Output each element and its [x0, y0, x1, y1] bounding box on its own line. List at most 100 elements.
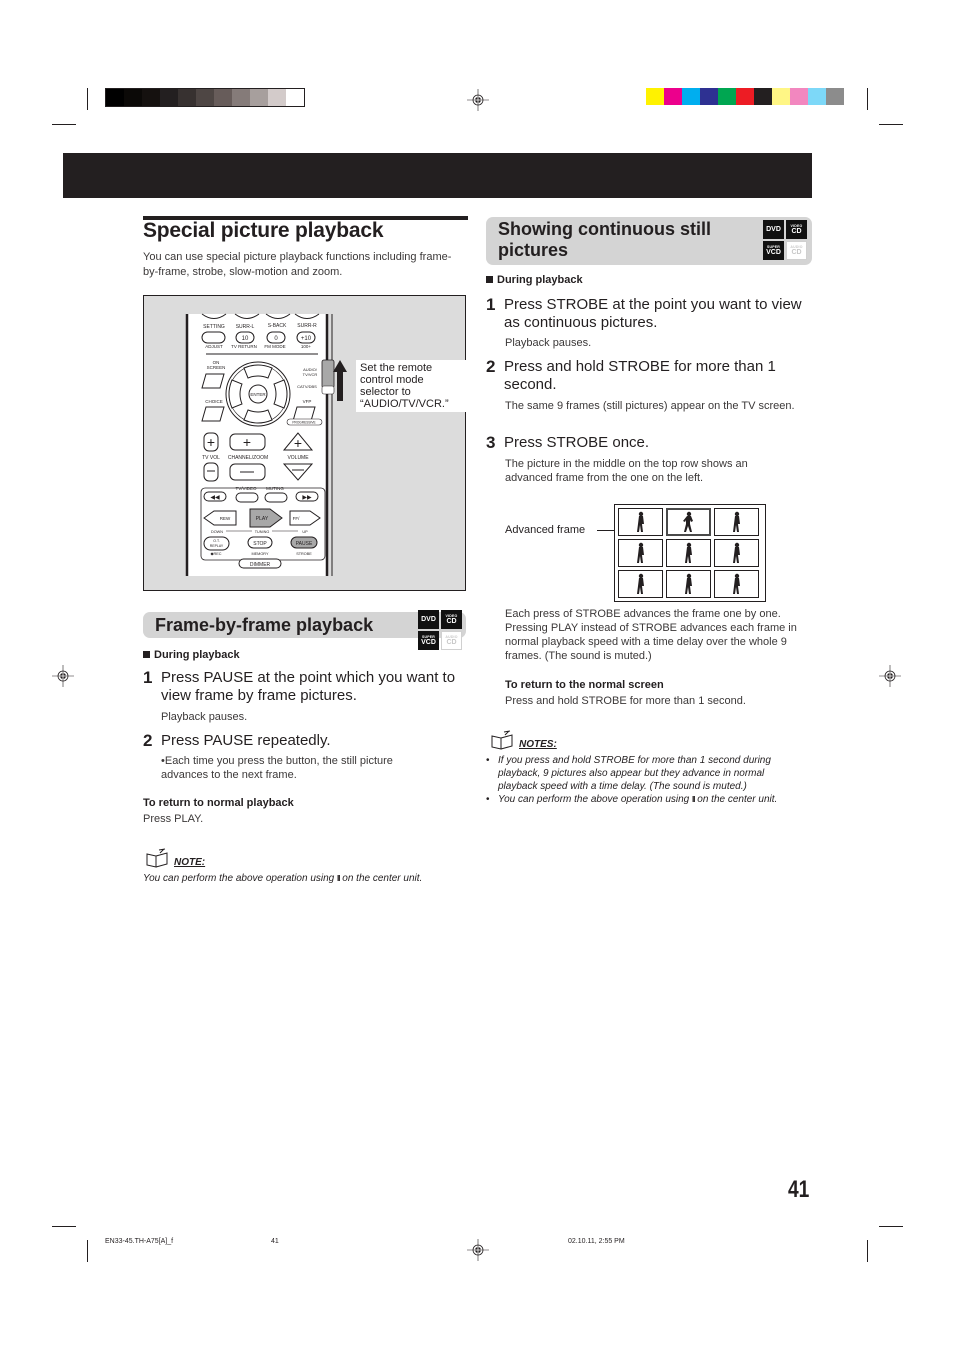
remote-control-drawing: SETTING SURR-L S-BACK SURR-R 10 0 +10 AD… — [185, 313, 347, 576]
svg-text:CATV/DBS: CATV/DBS — [297, 384, 317, 389]
note-text: You can perform the above operation usin… — [143, 873, 423, 884]
step-3-detail: The picture in the middle on the top row… — [505, 458, 748, 484]
color-swatch — [160, 89, 178, 106]
color-swatch — [682, 88, 700, 105]
disc-badge-audio-cd: AUDIO CD — [786, 241, 807, 260]
step-2-detail: •Each time you press the button, the sti… — [161, 755, 393, 781]
remote-button-plus10: +10 — [301, 336, 312, 342]
step-1: 1 Press STROBE at the point you want to … — [486, 295, 802, 332]
footer-timestamp: 02.10.11, 2:55 PM — [568, 1238, 625, 1245]
remote-label-s-back: S-BACK — [268, 323, 287, 329]
svg-text:SCREEN: SCREEN — [207, 365, 226, 370]
svg-text:100+: 100+ — [301, 344, 312, 349]
remote-enter-label: ENTER — [250, 392, 266, 397]
note-item: You can perform the above operation usin… — [486, 793, 806, 806]
svg-text:VOLUME: VOLUME — [287, 455, 309, 461]
crop-mark — [87, 88, 88, 110]
svg-text:◆REC: ◆REC — [211, 552, 222, 556]
svg-text:TV/VCR: TV/VCR — [303, 372, 318, 377]
registration-mark-icon — [467, 89, 489, 111]
color-swatch — [826, 88, 844, 105]
still-frame — [714, 539, 759, 567]
step-2-detail: The same 9 frames (still pictures) appea… — [505, 400, 795, 412]
note-header: NOTE: — [145, 848, 205, 868]
note-book-icon — [146, 848, 168, 868]
notes-list: If you press and hold STROBE for more th… — [486, 754, 806, 806]
color-swatch — [718, 88, 736, 105]
color-swatch — [736, 88, 754, 105]
return-text: Press PLAY. — [143, 813, 204, 825]
color-swatch — [268, 89, 286, 106]
registration-mark-icon — [467, 1239, 489, 1261]
disc-badge-dvd: DVD — [418, 610, 439, 629]
footer-page: 41 — [271, 1238, 279, 1245]
step-1-detail: Playback pauses. — [505, 337, 592, 349]
page-number: 41 — [788, 1176, 810, 1203]
return-heading: To return to the normal screen — [505, 679, 664, 691]
still-frame — [666, 539, 711, 567]
step-1-detail: Playback pauses. — [161, 711, 248, 723]
color-swatch — [232, 89, 250, 106]
svg-text:CHOICE: CHOICE — [205, 399, 223, 404]
remote-label-setting: SETTING — [203, 324, 225, 330]
svg-text:FF/: FF/ — [293, 516, 300, 521]
svg-text:ADJUST: ADJUST — [205, 344, 223, 349]
svg-text:REW: REW — [220, 516, 231, 521]
color-swatch — [772, 88, 790, 105]
crop-mark — [879, 124, 903, 125]
gray-color-bar — [105, 88, 305, 107]
registration-mark-icon — [52, 665, 74, 687]
color-swatch — [178, 89, 196, 106]
footer-filename: EN33-45.TH-A75[A]_f — [105, 1238, 174, 1245]
step-2: 2 Press PAUSE repeatedly. — [143, 731, 331, 750]
svg-text:PLAY: PLAY — [256, 516, 269, 522]
section-title: Frame-by-frame playback — [155, 615, 374, 635]
section-title: Showing continuous still pictures — [498, 219, 711, 260]
color-swatch — [124, 89, 142, 106]
svg-text:MUTING: MUTING — [266, 486, 284, 491]
disc-type-badges: DVD VIDEO CD SUPER VCD AUDIO CD — [418, 610, 462, 650]
color-swatch — [286, 89, 304, 106]
svg-text:TV/VIDEO: TV/VIDEO — [235, 486, 257, 491]
svg-text:TV RETURN: TV RETURN — [231, 344, 257, 349]
crop-mark — [879, 1226, 903, 1227]
color-swatch — [808, 88, 826, 105]
svg-text:VFP: VFP — [303, 399, 312, 404]
step-2: 2 Press and hold STROBE for more than 1 … — [486, 357, 776, 394]
color-swatch — [646, 88, 664, 105]
page-title: Special picture playback — [143, 219, 384, 242]
svg-text:MEMORY: MEMORY — [251, 552, 268, 556]
svg-text:+: + — [243, 434, 251, 450]
disc-badge-super-vcd: SUPER VCD — [418, 631, 439, 650]
svg-text:TUNING: TUNING — [255, 530, 270, 534]
remote-illustration: SETTING SURR-L S-BACK SURR-R 10 0 +10 AD… — [143, 295, 468, 591]
step-3: 3 Press STROBE once. — [486, 433, 650, 452]
svg-text:FM MODE: FM MODE — [264, 344, 285, 349]
color-swatch — [754, 88, 772, 105]
color-swatch — [790, 88, 808, 105]
crop-mark — [867, 1240, 868, 1262]
svg-text:+: + — [294, 435, 302, 451]
still-frame — [618, 570, 663, 598]
svg-text:REPLAY: REPLAY — [210, 544, 224, 548]
pause-icon: II — [337, 874, 341, 883]
color-swatch — [664, 88, 682, 105]
color-swatch — [196, 89, 214, 106]
advanced-frame-label: Advanced frame — [505, 524, 586, 536]
color-swatch — [142, 89, 160, 106]
svg-text:+: + — [207, 434, 215, 450]
disc-badge-video-cd: VIDEO CD — [441, 610, 462, 629]
return-text: Press and hold STROBE for more than 1 se… — [505, 695, 746, 707]
crop-mark — [87, 1240, 88, 1262]
remote-label-surr-r: SURR-R — [297, 323, 317, 329]
intro-text: You can use special picture playback fun… — [143, 251, 452, 278]
disc-type-badges: DVD VIDEO CD SUPER VCD AUDIO CD — [763, 220, 807, 260]
svg-text:DIMMER: DIMMER — [250, 562, 271, 568]
color-swatch — [214, 89, 232, 106]
svg-text:TV VOL: TV VOL — [202, 455, 220, 461]
svg-text:UP: UP — [302, 530, 308, 534]
crop-mark — [867, 88, 868, 110]
notes-header: NOTES: — [490, 730, 557, 750]
color-swatch — [250, 89, 268, 106]
step-1: 1 Press PAUSE at the point which you wan… — [143, 668, 456, 705]
